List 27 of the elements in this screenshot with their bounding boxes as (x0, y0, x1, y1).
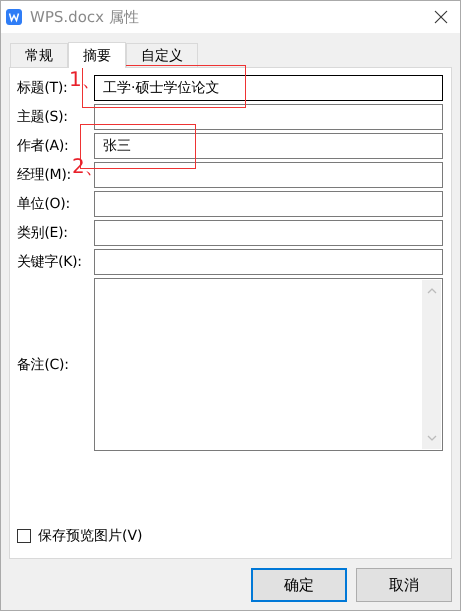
input-field[interactable] (94, 220, 443, 246)
input-field[interactable]: 工学·硕士学位论文 (94, 75, 443, 101)
input-field[interactable] (94, 249, 443, 275)
field-label: 类别(E): (17, 225, 68, 241)
tab[interactable]: 摘要 (68, 42, 126, 68)
input-field[interactable] (94, 104, 443, 130)
tab[interactable]: 常规 (10, 43, 68, 67)
tab[interactable]: 自定义 (126, 43, 198, 67)
notes-field[interactable] (94, 278, 443, 451)
field-label: 单位(O): (17, 196, 70, 212)
field-label: 主题(S): (17, 109, 68, 125)
ok-button[interactable]: 确定 (251, 568, 347, 602)
field-label: 经理(M): (17, 167, 71, 183)
checkbox[interactable] (17, 529, 31, 543)
field-label: 备注(C): (17, 356, 69, 372)
close-icon[interactable] (434, 10, 448, 24)
input-field[interactable] (94, 162, 443, 188)
cancel-button[interactable]: 取消 (356, 568, 452, 602)
field-label: 标题(T): (17, 80, 68, 96)
window-title: WPS.docx 属性 (30, 8, 140, 26)
app-logo-icon (6, 9, 22, 25)
annotation-number: 2、 (72, 156, 105, 176)
input-field[interactable] (94, 191, 443, 217)
checkbox-label: 保存预览图片(V) (38, 527, 143, 545)
input-field[interactable]: 张三 (94, 133, 443, 159)
field-label: 关键字(K): (17, 254, 82, 270)
field-label: 作者(A): (17, 138, 68, 154)
